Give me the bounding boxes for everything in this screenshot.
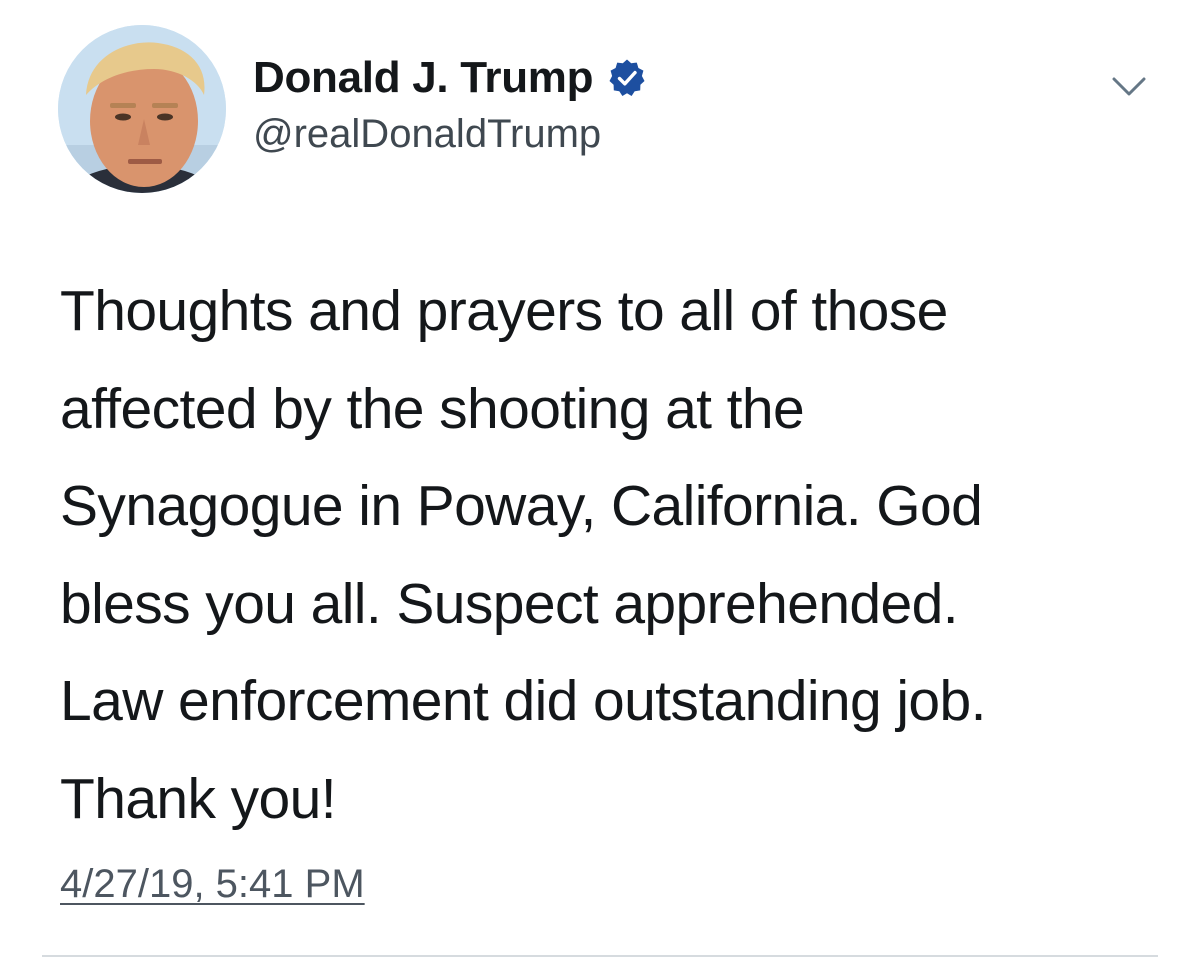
avatar-image <box>58 25 226 193</box>
display-name[interactable]: Donald J. Trump <box>253 53 594 103</box>
tweet-timestamp[interactable]: 4/27/19, 5:41 PM <box>60 862 365 907</box>
author-name-row: Donald J. Trump <box>253 50 647 106</box>
tweet-card: Donald J. Trump @realDonaldTrump Thought… <box>0 0 1200 966</box>
user-handle[interactable]: @realDonaldTrump <box>253 112 601 157</box>
verified-badge-icon <box>607 58 647 98</box>
chevron-down-icon[interactable] <box>1110 72 1148 102</box>
avatar[interactable] <box>58 25 226 193</box>
divider <box>42 955 1158 957</box>
tweet-text: Thoughts and prayers to all of those aff… <box>60 279 986 831</box>
